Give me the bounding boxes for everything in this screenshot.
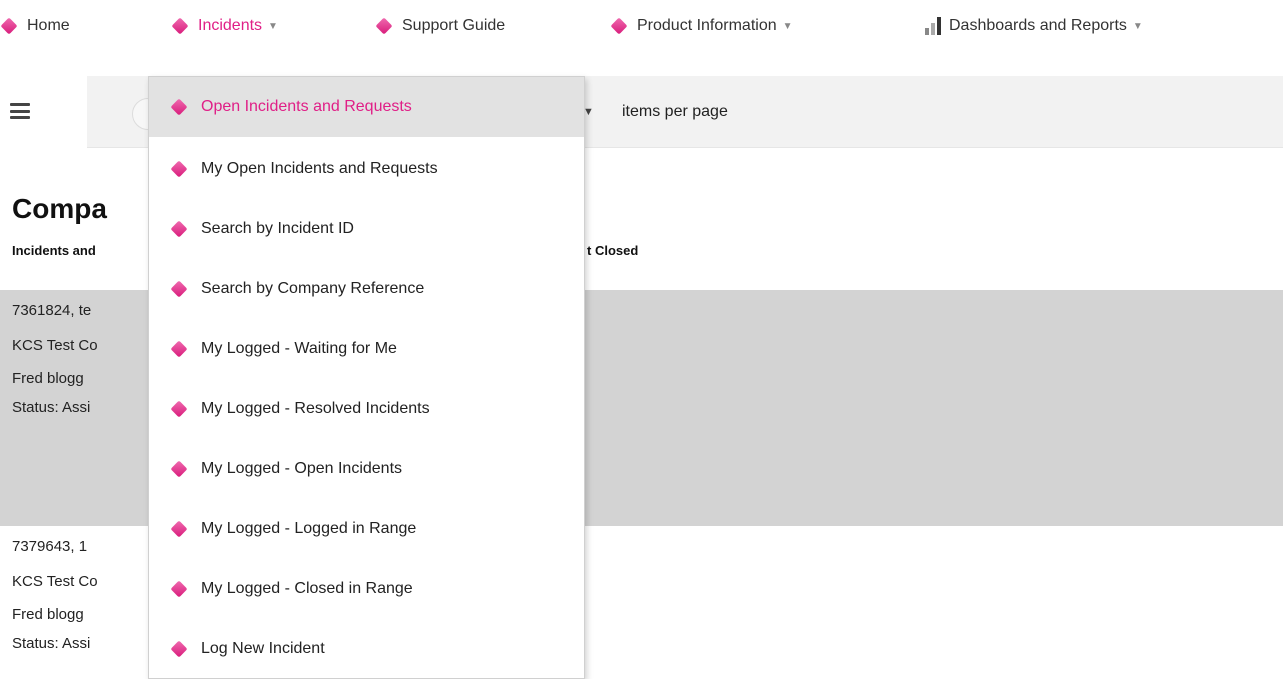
nav-home[interactable]: Home (0, 14, 70, 38)
nav-incidents[interactable]: Incidents ▼ (171, 14, 278, 38)
nav-incidents-label: Incidents (198, 17, 263, 34)
top-navigation: Home Incidents ▼ Support Guide Product I… (0, 0, 1283, 52)
menu-item-search-by-incident-id[interactable]: Search by Incident ID (149, 200, 584, 258)
nav-product-information[interactable]: Product Information ▼ (610, 14, 793, 38)
menu-item-log-new-incident[interactable]: Log New Incident (149, 620, 584, 678)
nav-support-guide[interactable]: Support Guide (375, 14, 505, 38)
menu-item-label: Log New Incident (201, 640, 325, 657)
incident-company: KCS Test Co (12, 337, 98, 354)
page-subtitle: Incidents and (12, 243, 96, 258)
incident-id[interactable]: 7379643, 1 (12, 538, 87, 555)
diamond-icon (170, 400, 188, 418)
chevron-down-icon: ▼ (268, 20, 278, 32)
diamond-icon (170, 98, 188, 116)
menu-item-label: Search by Incident ID (201, 220, 354, 237)
nav-product-information-label: Product Information (637, 17, 777, 34)
diamond-icon (610, 17, 628, 35)
chevron-down-icon: ▼ (1132, 20, 1143, 32)
diamond-icon (170, 640, 188, 658)
menu-item-label: My Open Incidents and Requests (201, 160, 438, 177)
page-title: Compa (12, 193, 107, 224)
menu-item-label: My Logged - Logged in Range (201, 520, 417, 537)
incident-company: KCS Test Co (12, 573, 98, 590)
nav-dashboards[interactable]: Dashboards and Reports ▼ (925, 14, 1143, 38)
diamond-icon (170, 220, 188, 238)
menu-item-my-logged-logged-in-range[interactable]: My Logged - Logged in Range (149, 500, 584, 558)
nav-home-label: Home (27, 17, 70, 34)
diamond-icon (170, 580, 188, 598)
menu-item-search-by-company-reference[interactable]: Search by Company Reference (149, 260, 584, 318)
per-page-label: items per page (622, 103, 728, 120)
page-subtitle-suffix: t Closed (587, 243, 639, 258)
chevron-down-icon: ▼ (782, 20, 793, 32)
hamburger-menu-icon[interactable] (10, 103, 30, 119)
diamond-icon (170, 520, 188, 538)
incidents-dropdown-menu: Open Incidents and Requests My Open Inci… (148, 76, 585, 679)
diamond-icon (170, 160, 188, 178)
nav-dashboards-label: Dashboards and Reports (949, 17, 1127, 34)
diamond-icon (170, 340, 188, 358)
menu-item-label: Open Incidents and Requests (201, 98, 412, 115)
menu-item-open-incidents-and-requests[interactable]: Open Incidents and Requests (149, 77, 584, 137)
menu-item-my-logged-resolved-incidents[interactable]: My Logged - Resolved Incidents (149, 380, 584, 438)
diamond-icon (170, 280, 188, 298)
diamond-icon (171, 17, 189, 35)
menu-item-my-open-incidents-and-requests[interactable]: My Open Incidents and Requests (149, 140, 584, 198)
menu-item-label: My Logged - Open Incidents (201, 460, 403, 477)
incident-contact: Fred blogg (12, 606, 84, 623)
menu-item-label: My Logged - Resolved Incidents (201, 400, 430, 417)
bar-chart-icon (925, 17, 941, 35)
menu-item-my-logged-open-incidents[interactable]: My Logged - Open Incidents (149, 440, 584, 498)
menu-item-my-logged-closed-in-range[interactable]: My Logged - Closed in Range (149, 560, 584, 618)
diamond-icon (375, 17, 393, 35)
incident-status: Status: Assi (12, 635, 91, 652)
incident-contact: Fred blogg (12, 370, 84, 387)
diamond-icon (170, 460, 188, 478)
nav-support-guide-label: Support Guide (402, 17, 506, 34)
menu-item-label: Search by Company Reference (201, 280, 425, 297)
menu-item-label: My Logged - Waiting for Me (201, 340, 397, 357)
menu-item-label: My Logged - Closed in Range (201, 580, 413, 597)
incident-status: Status: Assi (12, 399, 91, 416)
menu-item-my-logged-waiting-for-me[interactable]: My Logged - Waiting for Me (149, 320, 584, 378)
diamond-icon (0, 17, 18, 35)
incident-id[interactable]: 7361824, te (12, 302, 91, 319)
